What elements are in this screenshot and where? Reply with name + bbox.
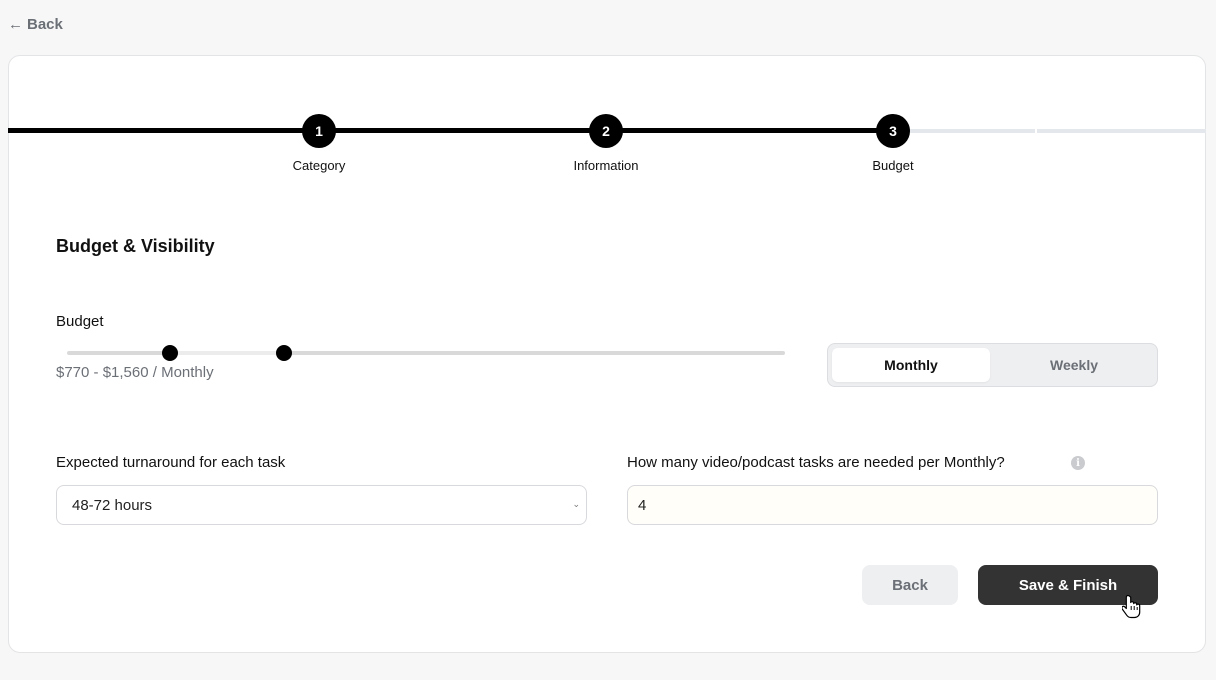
budget-max-thumb[interactable] bbox=[276, 345, 292, 361]
step-2-label: Information bbox=[573, 158, 639, 173]
chevron-down-icon: ⌄ bbox=[572, 499, 580, 509]
step-1-label: Category bbox=[292, 158, 346, 173]
section-title: Budget & Visibility bbox=[56, 236, 215, 256]
back-button[interactable]: Back bbox=[862, 565, 958, 605]
step-2-marker[interactable]: 2 bbox=[589, 114, 623, 148]
step-1-marker[interactable]: 1 bbox=[302, 114, 336, 148]
stepper-progress-track bbox=[8, 128, 893, 133]
arrow-left-icon: ← bbox=[8, 15, 23, 33]
turnaround-value: 48-72 hours bbox=[72, 496, 153, 514]
budget-label: Budget bbox=[56, 313, 104, 330]
step-3-marker[interactable]: 3 bbox=[876, 114, 910, 148]
stepper-divider bbox=[1035, 128, 1037, 134]
period-option-monthly[interactable]: Monthly bbox=[832, 348, 990, 382]
tasks-needed-input[interactable]: 4 bbox=[627, 485, 1158, 525]
period-option-weekly[interactable]: Weekly bbox=[994, 348, 1154, 382]
info-icon[interactable]: i bbox=[1071, 456, 1085, 470]
stepper-remaining-track bbox=[893, 129, 1206, 133]
turnaround-select[interactable]: 48-72 hours ⌄ bbox=[56, 485, 587, 525]
tasks-needed-label: How many video/podcast tasks are needed … bbox=[627, 454, 1005, 471]
period-toggle: Monthly Weekly bbox=[827, 343, 1158, 387]
budget-range-text: $770 - $1,560 / Monthly bbox=[56, 364, 214, 381]
budget-slider-range bbox=[170, 351, 284, 355]
budget-min-thumb[interactable] bbox=[162, 345, 178, 361]
top-back-label: Back bbox=[27, 15, 63, 33]
hand-pointer-icon bbox=[1122, 594, 1141, 619]
step-3-label: Budget bbox=[872, 158, 914, 173]
top-back-link[interactable]: ← Back bbox=[8, 14, 63, 34]
turnaround-label: Expected turnaround for each task bbox=[56, 454, 286, 471]
tasks-needed-value: 4 bbox=[638, 496, 647, 514]
